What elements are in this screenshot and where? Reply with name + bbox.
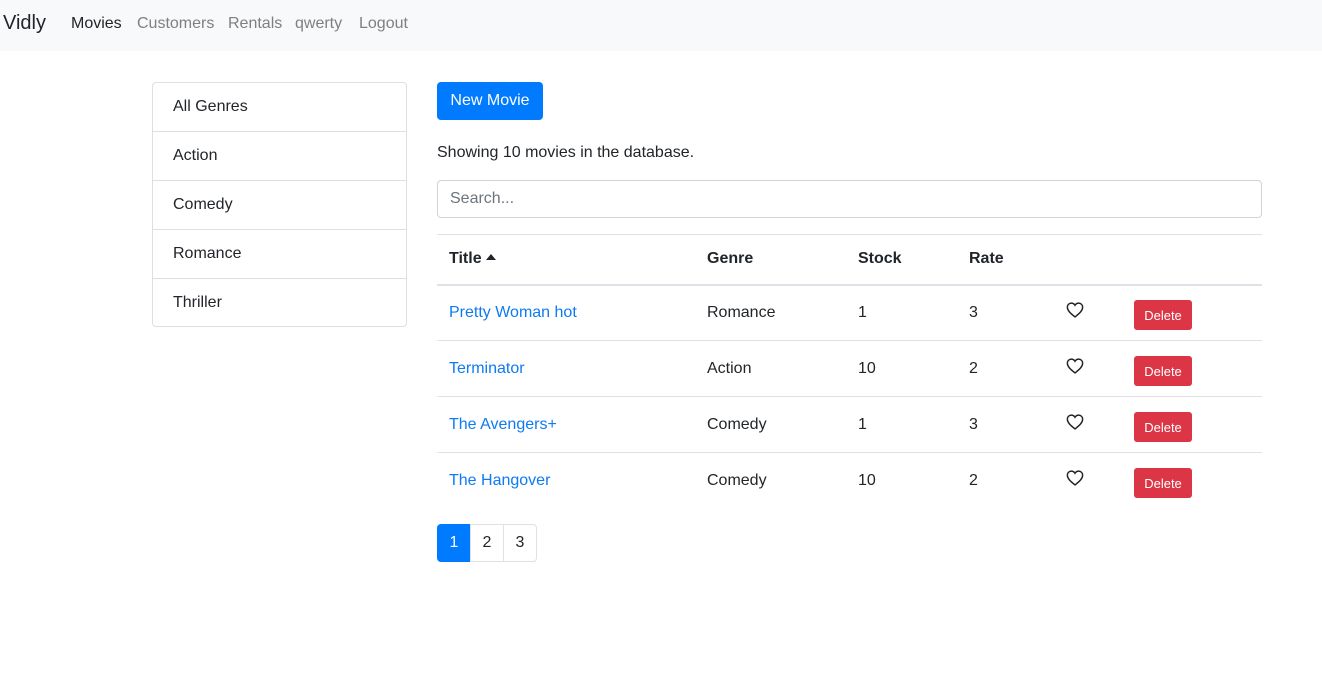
movie-title-link[interactable]: The Hangover: [449, 472, 550, 489]
genre-item-romance[interactable]: Romance: [153, 230, 406, 279]
table-row: The Hangover Comedy 10 2 Delete: [437, 452, 1262, 509]
movie-title-link[interactable]: Terminator: [449, 360, 525, 377]
movie-rate: 2: [957, 452, 1054, 509]
pagination: 1 2 3: [437, 524, 537, 562]
delete-button[interactable]: Delete: [1134, 356, 1192, 386]
table-row: Terminator Action 10 2 Delete: [437, 340, 1262, 397]
movie-stock: 10: [846, 340, 957, 397]
delete-button[interactable]: Delete: [1134, 468, 1192, 499]
movie-rate: 2: [957, 340, 1054, 397]
nav-link-rentals[interactable]: Rentals: [228, 15, 282, 33]
page-link-2[interactable]: 2: [470, 524, 504, 562]
brand-logo[interactable]: Vidly: [3, 12, 46, 35]
nav-link-logout[interactable]: Logout: [359, 15, 408, 33]
genre-item-all[interactable]: All Genres: [153, 83, 406, 132]
movie-rate: 3: [957, 396, 1054, 453]
column-header-stock[interactable]: Stock: [846, 234, 957, 286]
movie-rate: 3: [969, 303, 978, 321]
column-header-actions: [1122, 234, 1262, 286]
heart-icon[interactable]: [1066, 302, 1084, 319]
heart-icon[interactable]: [1066, 358, 1084, 374]
nav-link-customers[interactable]: Customers: [137, 15, 214, 33]
movie-genre: Romance: [707, 303, 776, 321]
movie-stock: 10: [846, 452, 957, 509]
movie-genre: Comedy: [695, 396, 846, 453]
movie-title-link[interactable]: The Avengers+: [449, 416, 557, 433]
genre-item-comedy[interactable]: Comedy: [153, 181, 406, 230]
heart-icon[interactable]: [1066, 470, 1084, 487]
page-link-3[interactable]: 3: [503, 524, 537, 562]
navbar: Vidly Movies Customers Rentals qwerty Lo…: [0, 0, 1322, 51]
delete-button[interactable]: Delete: [1134, 300, 1192, 331]
column-header-title-label: Title: [449, 250, 482, 268]
genre-item-thriller[interactable]: Thriller: [153, 279, 406, 326]
genre-item-action[interactable]: Action: [153, 132, 406, 181]
table-row: Pretty Woman hot Romance 1 3 Delete: [437, 285, 1262, 341]
column-header-rate[interactable]: Rate: [957, 234, 1054, 286]
nav-link-movies[interactable]: Movies: [71, 15, 122, 33]
search-input[interactable]: [437, 180, 1262, 218]
sort-asc-icon: [485, 254, 496, 261]
table-header-row: Title Genre Stock Rate: [437, 234, 1262, 286]
column-header-genre[interactable]: Genre: [695, 234, 846, 286]
movie-count-text: Showing 10 movies in the database.: [437, 144, 695, 161]
movies-table: Title Genre Stock Rate Pretty Woman hot …: [437, 234, 1262, 509]
movie-stock: 1: [846, 396, 957, 453]
table-row: The Avengers+ Comedy 1 3 Delete: [437, 396, 1262, 453]
nav-link-profile[interactable]: qwerty: [295, 15, 342, 33]
page-link-1[interactable]: 1: [437, 524, 471, 562]
movie-stock: 1: [858, 303, 867, 321]
movie-genre: Comedy: [695, 452, 846, 509]
movie-title-link[interactable]: Pretty Woman hot: [449, 304, 577, 321]
delete-button[interactable]: Delete: [1134, 412, 1192, 442]
genre-list: All Genres Action Comedy Romance Thrille…: [152, 82, 407, 327]
column-header-like: [1054, 234, 1122, 286]
heart-icon[interactable]: [1066, 414, 1084, 430]
movie-genre: Action: [695, 340, 846, 397]
column-header-title[interactable]: Title: [437, 234, 695, 286]
new-movie-button[interactable]: New Movie: [437, 82, 543, 120]
